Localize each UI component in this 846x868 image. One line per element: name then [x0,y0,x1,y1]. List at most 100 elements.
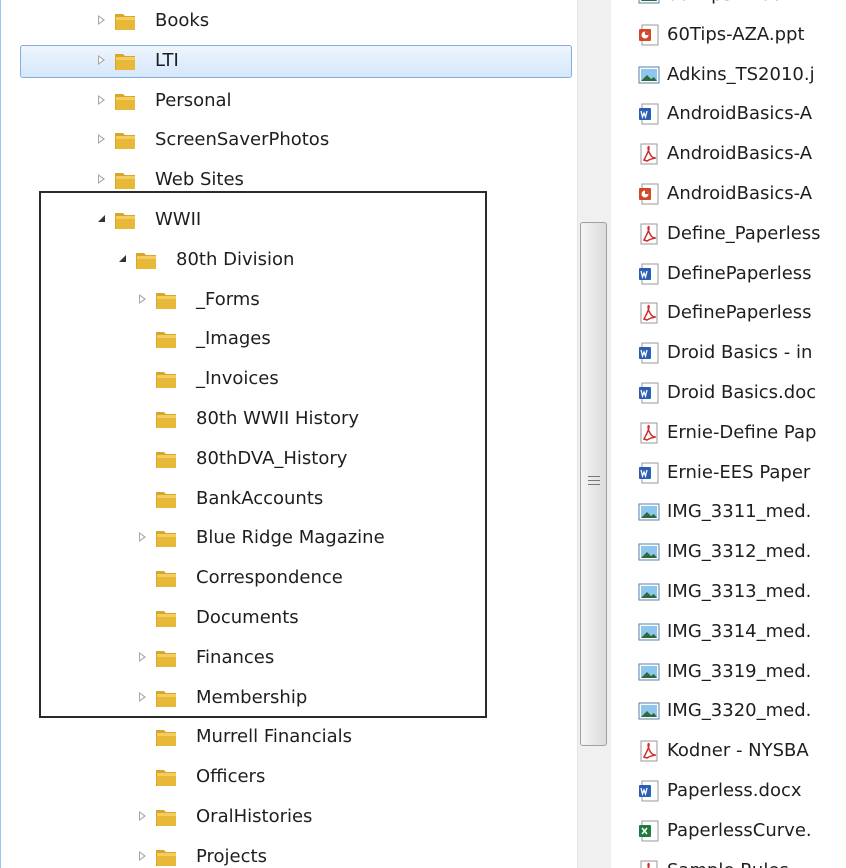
file-list-item[interactable]: DefinePaperless [611,295,846,331]
file-list-item[interactable]: IMG_3314_med. [611,614,846,650]
pdf-icon [638,860,660,868]
tree-item-folder[interactable]: Blue Ridge Magazine [2,520,577,556]
file-name: Define_Paperless [667,222,821,244]
folder-icon [134,248,158,272]
powerpoint-icon [638,24,660,46]
tree-item-folder[interactable]: Documents [2,600,577,636]
file-list-item[interactable]: 60 Tips in 60 Mi [611,0,846,13]
folder-label: _Images [196,328,271,350]
file-name: PaperlessCurve. [667,819,812,841]
scrollbar-thumb[interactable] [580,222,607,746]
folder-icon [154,327,178,351]
tree-item-folder[interactable]: _Invoices [2,361,577,397]
file-name: DefinePaperless [667,262,812,284]
collapsed-arrow-icon[interactable] [139,850,146,861]
collapsed-arrow-icon[interactable] [98,94,105,105]
collapsed-arrow-icon[interactable] [98,15,105,25]
file-name: 60Tips-AZA.ppt [667,23,805,45]
file-list-item[interactable]: Define_Paperless [611,216,846,252]
image-icon [638,700,660,722]
file-list-item[interactable]: Ernie-Define Pap [611,415,846,451]
tree-item-folder[interactable]: Finances [2,640,577,676]
collapsed-arrow-icon[interactable] [98,134,105,145]
image-icon [638,621,660,643]
file-list-item[interactable]: AndroidBasics-A [611,96,846,132]
file-list-item[interactable]: Adkins_TS2010.j [611,57,846,93]
collapsed-arrow-icon[interactable] [139,691,146,702]
file-list-item[interactable]: IMG_3311_med. [611,494,846,530]
file-list-item[interactable]: PaperlessCurve. [611,813,846,849]
file-name: IMG_3312_med. [667,541,812,563]
folder-label: WWII [155,209,202,230]
file-list-item[interactable]: Kodner - NYSBA [611,733,846,769]
folder-icon [154,526,178,550]
tree-item-folder[interactable]: WWII [2,202,577,238]
file-list-item[interactable]: AndroidBasics-A [611,176,846,212]
file-list-pane[interactable]: 60 Tips in 60 Mi 60Tips-AZA.ppt Adkins_TS2… [611,0,846,868]
tree-item-folder[interactable]: ScreenSaverPhotos [2,122,577,158]
file-list-item[interactable]: Droid Basics - in [611,335,846,371]
folder-label: Personal [155,89,232,111]
file-list-item[interactable]: 60Tips-AZA.ppt [611,17,846,53]
folder-label: 80th Division [176,248,295,270]
image-icon [638,0,660,6]
file-list-item[interactable]: AndroidBasics-A [611,136,846,172]
tree-item-folder[interactable]: 80th Division [2,242,577,278]
word-icon [638,342,660,364]
word-icon [638,103,660,125]
file-list-item[interactable]: Droid Basics.doc [611,375,846,411]
tree-item-folder[interactable]: Personal [2,83,577,119]
excel-icon [638,820,660,842]
collapsed-arrow-icon[interactable] [139,811,146,821]
pdf-icon [638,422,660,444]
tree-item-folder[interactable]: 80thDVA_History [2,441,577,477]
navigation-pane-tree[interactable]: Books LTI Personal ScreenSaverPhotos Web Sit… [2,0,577,868]
tree-item-folder[interactable]: BankAccounts [2,481,577,517]
folder-icon [113,9,137,33]
tree-item-folder[interactable]: Correspondence [2,560,577,596]
tree-item-folder[interactable]: Murrell Financials [2,719,577,755]
file-list-item[interactable]: IMG_3319_med. [611,654,846,690]
powerpoint-icon [638,183,660,205]
file-list-item[interactable]: DefinePaperless [611,256,846,292]
collapsed-arrow-icon[interactable] [139,651,146,662]
image-icon [638,501,660,523]
folder-icon [154,845,178,868]
file-name: Kodner - NYSBA [667,740,809,762]
folder-label: BankAccounts [196,487,324,509]
file-list-item[interactable]: IMG_3320_med. [611,693,846,729]
folder-icon [154,288,178,312]
folder-label: 80th WWII History [196,408,360,429]
tree-item-folder[interactable]: _Forms [2,282,577,318]
folder-icon [154,686,178,710]
folder-label: Finances [196,646,275,668]
tree-item-folder[interactable]: OralHistories [2,799,577,835]
collapsed-arrow-icon[interactable] [139,532,146,543]
file-list-item[interactable]: Paperless.docx [611,773,846,809]
collapsed-arrow-icon[interactable] [98,174,105,185]
word-icon [638,462,660,484]
tree-item-folder[interactable]: Officers [2,759,577,795]
folder-icon [113,128,137,152]
expanded-arrow-icon[interactable] [119,254,126,262]
tree-item-folder[interactable]: Web Sites [2,162,577,198]
tree-item-folder[interactable]: LTI [2,43,577,79]
explorer-window: Books LTI Personal ScreenSaverPhotos Web Sit… [0,0,846,868]
navigation-scrollbar[interactable] [577,0,611,868]
expanded-arrow-icon[interactable] [98,215,105,222]
folder-label: Correspondence [196,567,343,589]
file-list-item[interactable]: IMG_3312_med. [611,534,846,570]
tree-item-folder[interactable]: _Images [2,321,577,357]
tree-item-folder[interactable]: Projects [2,839,577,868]
collapsed-arrow-icon[interactable] [98,54,105,65]
folder-label: Membership [196,686,308,708]
file-list-item[interactable]: Sample Rules [611,853,846,868]
folder-icon [154,606,178,630]
file-list-item[interactable]: IMG_3313_med. [611,574,846,610]
file-list-item[interactable]: Ernie-EES Paper [611,455,846,491]
file-name: AndroidBasics-A [667,183,813,204]
collapsed-arrow-icon[interactable] [139,293,146,304]
tree-item-folder[interactable]: Membership [2,680,577,716]
tree-item-folder[interactable]: Books [2,3,577,39]
tree-item-folder[interactable]: 80th WWII History [2,401,577,437]
